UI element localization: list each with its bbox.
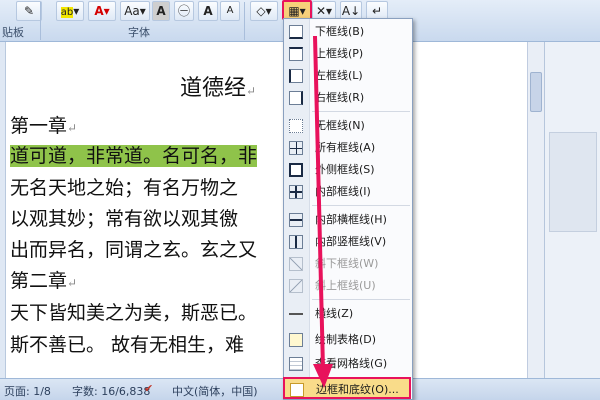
- paragraph-line[interactable]: 以观其妙；常有欲以观其徼: [10, 207, 238, 231]
- group-separator: [40, 2, 41, 40]
- inside-horizontal-border-icon: [289, 213, 303, 227]
- highlight-button[interactable]: ab▾: [56, 1, 84, 21]
- clipboard-group-label: 贴板: [2, 26, 24, 39]
- word-count[interactable]: 字数: 16/6,838: [72, 383, 150, 399]
- inside-vertical-border-icon: [289, 235, 303, 249]
- side-pane: [544, 42, 600, 378]
- annotation-arrow-head: [313, 364, 333, 388]
- enclose-char-button[interactable]: ㊀: [174, 1, 194, 21]
- diagonal-up-border-icon: [289, 279, 303, 293]
- vertical-scrollbar[interactable]: [527, 42, 544, 378]
- paragraph-line[interactable]: 天下皆知美之为美，斯恶已。: [10, 301, 257, 325]
- format-painter-button[interactable]: ✎: [16, 1, 42, 21]
- paragraph-line[interactable]: 第二章↵: [10, 269, 77, 295]
- paragraph-line[interactable]: 第一章↵: [10, 114, 77, 140]
- shading-button[interactable]: ◇▾: [250, 1, 278, 21]
- right-border-icon: [289, 91, 303, 105]
- proofing-icon[interactable]: ✔: [144, 382, 153, 395]
- font-group-label: 字体: [128, 26, 150, 39]
- page-indicator[interactable]: 页面: 1/8: [4, 383, 51, 399]
- left-border-icon: [289, 69, 303, 83]
- annotation-arrow-shaft: [313, 35, 325, 370]
- change-case-button[interactable]: Aa▾: [120, 1, 150, 21]
- font-color-button[interactable]: A▾: [88, 1, 116, 21]
- bottom-border-icon: [289, 25, 303, 39]
- shrink-font-button[interactable]: A: [220, 1, 240, 21]
- grow-font-button[interactable]: A: [198, 1, 218, 21]
- group-separator: [244, 2, 245, 40]
- annotation-arrow: [313, 35, 333, 388]
- top-border-icon: [289, 47, 303, 61]
- horizontal-line-icon: [289, 313, 303, 315]
- all-borders-icon: [289, 141, 303, 155]
- paragraph-line[interactable]: 斯不善已。 故有无相生，难: [10, 333, 244, 357]
- inside-borders-icon: [289, 185, 303, 199]
- no-border-icon: [289, 119, 303, 133]
- side-pane-panel: [549, 132, 597, 232]
- highlighted-line[interactable]: 道可道，非常道。名可名，非: [10, 144, 258, 168]
- char-shading-button[interactable]: A: [152, 1, 170, 21]
- paragraph-line[interactable]: 无名天地之始；有名万物之: [10, 176, 238, 200]
- diagonal-down-border-icon: [289, 257, 303, 271]
- outside-borders-icon: [289, 163, 303, 177]
- view-gridlines-icon: [289, 357, 303, 371]
- draw-table-icon: [289, 333, 303, 347]
- borders-and-shading-icon: [290, 383, 304, 397]
- scrollbar-thumb[interactable]: [530, 72, 542, 112]
- document-title[interactable]: 道德经↵: [180, 70, 256, 102]
- paragraph-line[interactable]: 出而异名，同谓之玄。玄之又: [10, 238, 257, 262]
- borders-dropdown-button[interactable]: ▦▾: [282, 0, 312, 20]
- language-indicator[interactable]: 中文(简体，中国): [172, 383, 258, 399]
